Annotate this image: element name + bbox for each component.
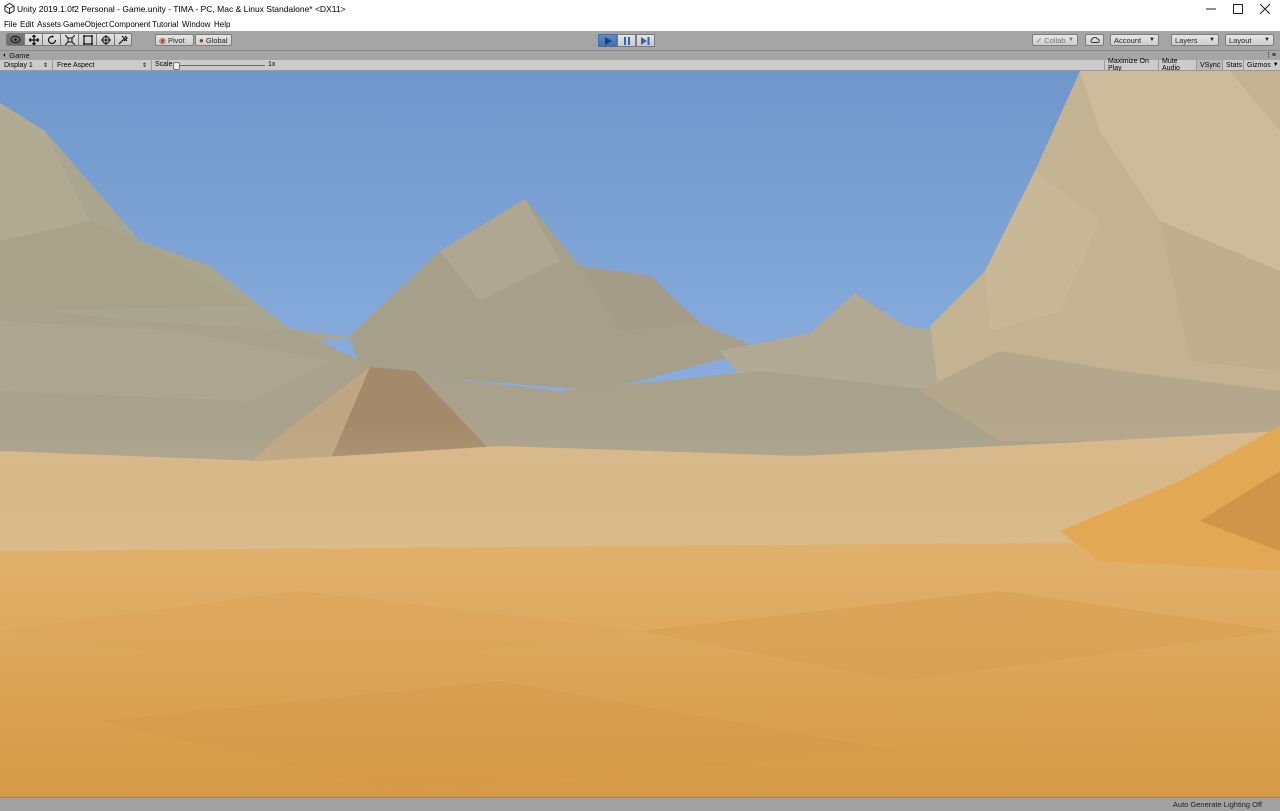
pause-icon xyxy=(623,36,630,45)
step-icon xyxy=(641,36,650,45)
chevron-updown-icon: ⇕ xyxy=(42,62,48,69)
window-title: Unity 2019.1.0f2 Personal - Game.unity -… xyxy=(17,4,346,14)
pivot-label: Pivot xyxy=(167,35,185,45)
pivot-icon: ◉ xyxy=(159,35,166,45)
move-tool-button[interactable] xyxy=(24,33,42,46)
scale-value: 1x xyxy=(268,61,276,68)
chevron-down-icon: ▼ xyxy=(1272,62,1279,68)
rect-tool-button[interactable] xyxy=(78,33,96,46)
layers-label: Layers xyxy=(1175,35,1198,45)
menu-file[interactable]: File xyxy=(4,20,17,29)
transform-tools xyxy=(6,33,132,46)
mute-audio-toggle[interactable]: Mute Audio xyxy=(1158,58,1196,72)
chevron-down-icon: ▼ xyxy=(1209,37,1215,43)
vsync-toggle[interactable]: VSync xyxy=(1196,60,1222,70)
scale-slider-thumb[interactable] xyxy=(173,62,180,70)
close-icon xyxy=(1260,4,1270,14)
game-tab-header: ◐ Game ⋮≡ xyxy=(0,51,1280,60)
hand-tool-button[interactable] xyxy=(6,33,24,46)
maximize-on-play-toggle[interactable]: Maximize On Play xyxy=(1104,58,1158,72)
transform-icon xyxy=(100,34,111,45)
account-label: Account xyxy=(1114,35,1142,45)
hand-icon xyxy=(10,35,21,44)
custom-tool-button[interactable] xyxy=(114,33,132,46)
tab-game-label: Game xyxy=(9,51,30,60)
rotate-icon xyxy=(47,34,56,44)
move-icon xyxy=(28,34,39,45)
cloud-button[interactable] xyxy=(1085,34,1104,46)
global-toggle[interactable]: ● Global xyxy=(195,34,232,46)
stats-toggle[interactable]: Stats xyxy=(1222,60,1243,70)
menu-help[interactable]: Help xyxy=(214,20,230,29)
lighting-status[interactable]: Auto Generate Lighting Off xyxy=(1173,800,1262,809)
cloud-icon xyxy=(1090,37,1100,43)
gizmos-label: Gizmos xyxy=(1247,61,1271,69)
layout-label: Layout xyxy=(1229,35,1252,45)
game-icon: ◐ xyxy=(3,52,8,59)
chevron-down-icon: ▼ xyxy=(1149,37,1155,43)
pause-button[interactable] xyxy=(617,34,636,47)
main-toolbar: ◉ Pivot ● Global ✓ Collab ▼ Account ▼ La… xyxy=(0,31,1280,51)
display-dropdown[interactable]: Display 1 ⇕ xyxy=(0,60,53,70)
menu-edit[interactable]: Edit xyxy=(20,20,34,29)
scale-slider-track[interactable] xyxy=(175,65,265,66)
globe-icon: ● xyxy=(199,35,204,45)
rotate-tool-button[interactable] xyxy=(42,33,60,46)
menu-bar: File Edit Assets GameObject Component Tu… xyxy=(0,18,1280,31)
aspect-label: Free Aspect xyxy=(57,61,95,69)
layers-dropdown[interactable]: Layers ▼ xyxy=(1171,34,1219,46)
play-icon xyxy=(604,36,612,45)
transform-tool-button[interactable] xyxy=(96,33,114,46)
menu-tutorial[interactable]: Tutorial xyxy=(152,20,178,29)
collab-dropdown[interactable]: ✓ Collab ▼ xyxy=(1032,34,1078,46)
chevron-down-icon: ▼ xyxy=(1264,37,1270,43)
minimize-button[interactable] xyxy=(1196,0,1226,18)
tab-menu-icon[interactable]: ⋮≡ xyxy=(1265,51,1276,59)
chevron-updown-icon: ⇕ xyxy=(141,62,147,69)
menu-assets[interactable]: Assets xyxy=(37,20,61,29)
chevron-down-icon: ▼ xyxy=(1068,37,1074,43)
maximize-button[interactable] xyxy=(1223,0,1253,18)
scale-label: Scale xyxy=(155,61,173,68)
collab-label: Collab xyxy=(1044,35,1066,45)
status-bar: Auto Generate Lighting Off xyxy=(0,797,1280,811)
account-dropdown[interactable]: Account ▼ xyxy=(1110,34,1159,46)
play-button[interactable] xyxy=(598,34,617,47)
pivot-toggle[interactable]: ◉ Pivot xyxy=(155,34,194,46)
menu-window[interactable]: Window xyxy=(182,20,210,29)
rect-icon xyxy=(82,34,93,45)
menu-gameobject[interactable]: GameObject xyxy=(63,20,108,29)
check-icon: ✓ xyxy=(1036,35,1043,45)
maximize-icon xyxy=(1233,4,1243,14)
gizmos-dropdown[interactable]: Gizmos ▼ xyxy=(1243,60,1280,70)
minimize-icon xyxy=(1206,8,1216,10)
scale-icon xyxy=(64,34,75,45)
close-button[interactable] xyxy=(1250,0,1280,18)
tools-icon xyxy=(118,35,128,44)
game-viewport[interactable] xyxy=(0,71,1280,797)
unity-logo-icon xyxy=(4,3,15,14)
global-label: Global xyxy=(205,35,228,45)
aspect-dropdown[interactable]: Free Aspect ⇕ xyxy=(53,60,152,70)
tab-game[interactable]: ◐ Game xyxy=(3,51,30,60)
display-label: Display 1 xyxy=(4,61,33,69)
window-titlebar: Unity 2019.1.0f2 Personal - Game.unity -… xyxy=(0,0,1280,18)
step-button[interactable] xyxy=(636,34,655,47)
scale-tool-button[interactable] xyxy=(60,33,78,46)
game-view-toolbar: Display 1 ⇕ Free Aspect ⇕ Scale 1x Maxim… xyxy=(0,58,1280,72)
game-scene xyxy=(0,71,1280,797)
layout-dropdown[interactable]: Layout ▼ xyxy=(1225,34,1274,46)
menu-component[interactable]: Component xyxy=(109,20,150,29)
